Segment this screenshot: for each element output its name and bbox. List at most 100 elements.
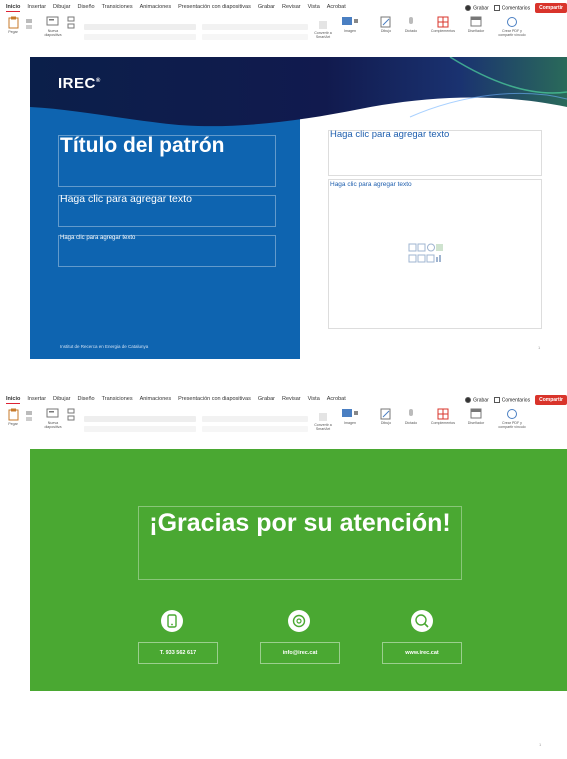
image-label: Imagen [344, 29, 356, 33]
convert-smartart-button[interactable]: Convertir a SmartArt [310, 20, 336, 39]
tab-grabar[interactable]: Grabar [258, 2, 275, 12]
image-button-2[interactable]: Imagen [338, 408, 362, 425]
image-icon [342, 17, 358, 25]
slide-2[interactable]: ¡Gracias por su atención! T. 933 562 617… [30, 449, 567, 759]
cut-copy-button[interactable] [24, 18, 34, 33]
font-format-row-2[interactable] [84, 426, 196, 432]
microphone-icon [409, 409, 413, 416]
convert-label-2: Convertir a SmartArt [314, 423, 332, 431]
draw-icon [380, 408, 391, 420]
email-pill[interactable]: info@irec.cat [260, 642, 340, 664]
draw-button[interactable]: Dibujo [376, 16, 396, 33]
tab-grabar-2[interactable]: Grabar [258, 394, 275, 404]
tab-animaciones-2[interactable]: Animaciones [140, 394, 172, 404]
web-text: www.irec.cat [405, 650, 439, 656]
phone-icon [161, 610, 183, 632]
designer-button[interactable]: Diseñador [464, 16, 488, 33]
tab-inicio-2[interactable]: Inicio [6, 394, 21, 404]
web-pill[interactable]: www.irec.cat [382, 642, 462, 664]
comments-button-2[interactable]: Comentarios [493, 396, 531, 404]
tab-dibujar-2[interactable]: Dibujar [53, 394, 70, 404]
logo-mark: ® [95, 78, 101, 84]
new-slide-button[interactable]: Nueva diapositiva [42, 16, 64, 37]
tab-acrobat-2[interactable]: Acrobat [327, 394, 346, 404]
tab-vista[interactable]: Vista [308, 2, 320, 12]
tab-presentacion-2[interactable]: Presentación con diapositivas [178, 394, 251, 404]
tab-diseno-2[interactable]: Diseño [77, 394, 94, 404]
layout-button-2[interactable] [66, 408, 76, 429]
designer-label: Diseñador [467, 29, 485, 33]
slide-1[interactable]: IREC® Título del patrón Haga clic para a… [30, 57, 567, 359]
font-box-2[interactable] [84, 416, 196, 422]
layout-icon [67, 16, 75, 29]
clipboard-tools-icon [26, 19, 32, 29]
layout-button[interactable] [66, 16, 76, 37]
image-button[interactable]: Imagen [338, 16, 362, 33]
tab-acrobat[interactable]: Acrobat [327, 2, 346, 12]
addins-icon [437, 408, 449, 420]
cut-copy-button-2[interactable] [24, 410, 34, 425]
phone-pill[interactable]: T. 933 562 617 [138, 642, 218, 664]
email-icon [288, 610, 310, 632]
tab-insertar[interactable]: Insertar [27, 2, 46, 12]
dictate-label: Dictado [404, 29, 418, 33]
ribbon-right-tools: Grabar Comentarios Compartir [465, 3, 567, 13]
paragraph-row-b[interactable] [202, 416, 308, 422]
logo-text: IREC [58, 75, 96, 92]
tab-diseno[interactable]: Diseño [77, 2, 94, 12]
record-toggle-2[interactable]: Grabar [465, 396, 489, 403]
convert-smartart-button-2[interactable]: Convertir a SmartArt [310, 412, 336, 431]
dictate-button[interactable]: Dictado [400, 16, 422, 33]
share-button-2[interactable]: Compartir [535, 395, 567, 405]
record-toggle[interactable]: Grabar [465, 4, 489, 11]
tab-animaciones[interactable]: Animaciones [140, 2, 172, 12]
designer-icon [470, 408, 482, 419]
designer-label-2: Diseñador [467, 421, 485, 425]
ribbon-bottom: Inicio Insertar Dibujar Diseño Transicio… [0, 392, 567, 438]
insert-content-icons[interactable] [408, 243, 444, 271]
closing-title: ¡Gracias por su atención! [149, 509, 451, 537]
comments-label-2: Comentarios [501, 397, 531, 404]
comments-icon [493, 4, 500, 11]
dictate-button-2[interactable]: Dictado [400, 408, 422, 425]
tab-revisar[interactable]: Revisar [282, 2, 301, 12]
layout-icon [67, 408, 75, 421]
comments-button[interactable]: Comentarios [493, 4, 530, 11]
new-slide-button-2[interactable]: Nueva diapositiva [42, 408, 64, 429]
addins-button[interactable]: Complementos [428, 16, 458, 33]
share-button[interactable]: Compartir [535, 3, 567, 13]
designer-button-2[interactable]: Diseñador [464, 408, 488, 425]
addins-button-2[interactable]: Complementos [428, 408, 458, 425]
web-icon [411, 610, 433, 632]
tab-insertar-2[interactable]: Insertar [27, 394, 46, 404]
phone-text: T. 933 562 617 [159, 650, 197, 656]
slide1-page-number: 1 [538, 345, 541, 350]
smartart-icon [319, 21, 327, 29]
font-format-row[interactable] [84, 34, 196, 40]
new-slide-label: Nueva diapositiva [44, 29, 62, 37]
tab-vista-2[interactable]: Vista [308, 394, 320, 404]
tab-inicio[interactable]: Inicio [6, 2, 21, 12]
tab-transiciones[interactable]: Transiciones [102, 2, 133, 12]
convert-label: Convertir a SmartArt [314, 31, 332, 39]
tab-dibujar[interactable]: Dibujar [53, 2, 70, 12]
draw-button-2[interactable]: Dibujo [376, 408, 396, 425]
paragraph-row[interactable] [202, 24, 308, 30]
tab-transiciones-2[interactable]: Transiciones [102, 394, 133, 404]
designer-icon [470, 16, 482, 27]
paragraph-row-2[interactable] [202, 34, 308, 40]
create-pdf-button[interactable]: Crear PDF y compartir vínculo [496, 16, 528, 37]
paragraph-row-b2[interactable] [202, 426, 308, 432]
phone-glyph [167, 614, 177, 628]
globe-search-glyph [415, 614, 429, 628]
paste-button-2[interactable]: Pegar [4, 408, 22, 426]
paste-button[interactable]: Pegar [4, 16, 22, 34]
create-pdf-button-2[interactable]: Crear PDF y compartir vínculo [496, 408, 528, 429]
tab-revisar-2[interactable]: Revisar [282, 394, 301, 404]
microphone-icon [409, 17, 413, 24]
paste-icon [8, 16, 18, 29]
paste-icon [8, 408, 18, 421]
font-box[interactable] [84, 24, 196, 30]
tab-presentacion[interactable]: Presentación con diapositivas [178, 2, 251, 12]
radio-icon [465, 396, 472, 403]
